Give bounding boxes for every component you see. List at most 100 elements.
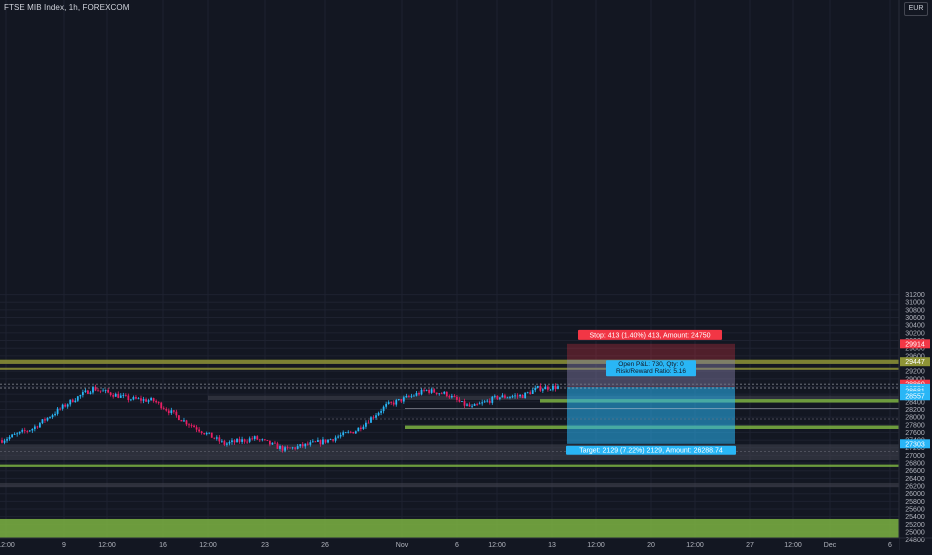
candle-body <box>304 443 307 447</box>
time-tick-label: 12:00 <box>784 542 802 549</box>
candle <box>71 398 74 403</box>
candle-body <box>463 401 466 406</box>
price-chart[interactable]: Stop: 413 (1.40%) 413, Amount: 24750 Open… <box>0 0 932 550</box>
candle <box>127 393 130 403</box>
price-tick-label: 25000 <box>905 529 925 536</box>
candle-body <box>172 410 175 412</box>
candle-body <box>440 393 443 395</box>
candle <box>26 430 29 434</box>
candle-body <box>362 426 365 430</box>
candle-body <box>299 444 302 447</box>
candle <box>3 438 6 445</box>
candle <box>137 397 140 400</box>
currency-badge[interactable]: EUR <box>904 2 928 16</box>
price-tick-label: 25200 <box>905 522 925 529</box>
chart-area[interactable]: Stop: 413 (1.40%) 413, Amount: 24750 Open… <box>0 0 932 550</box>
candle-body <box>233 440 236 443</box>
time-tick-label: 12:00 <box>686 542 704 549</box>
time-axis[interactable]: 12:00 9 12:00 16 12:00 23 26 Nov 6 12:00 13 12:00 20… <box>0 537 932 550</box>
candle <box>178 414 180 421</box>
candle-body <box>228 442 231 444</box>
candle <box>208 432 211 435</box>
candle-body <box>180 420 183 422</box>
candle-body <box>514 395 516 397</box>
candle <box>132 395 135 401</box>
candle-body <box>31 428 34 431</box>
candle-body <box>223 440 226 445</box>
candle-body <box>135 397 137 399</box>
candle <box>56 407 59 416</box>
price-tick-label: 30400 <box>905 323 925 330</box>
zone-green <box>0 464 899 467</box>
candle-body <box>410 395 413 397</box>
candle <box>382 405 385 414</box>
candle-body <box>61 404 64 409</box>
candle-body <box>69 399 72 405</box>
price-axis[interactable]: 2480025000252002540025600258002600026200… <box>898 0 932 550</box>
candle <box>104 389 107 394</box>
candle-body <box>200 431 203 434</box>
candle-body <box>208 432 211 434</box>
candle <box>531 388 534 394</box>
candle-body <box>491 396 494 403</box>
candle-body <box>59 408 62 410</box>
rr-label: Risk/Reward Ratio: 5.16 <box>616 368 686 375</box>
price-tag: 29447 <box>900 357 930 367</box>
candle <box>76 395 79 402</box>
candle-body <box>544 386 547 390</box>
target-label-text: Target: 2129 (7.22%) 2129, Amount: 26288… <box>579 447 723 454</box>
candle <box>334 435 337 443</box>
candle-body <box>402 397 405 402</box>
candle-body <box>456 396 458 400</box>
candle <box>415 390 418 397</box>
candle-body <box>170 410 173 414</box>
candle-body <box>268 440 271 445</box>
candle <box>276 441 279 449</box>
candle-body <box>420 389 423 395</box>
zone-olive <box>0 359 899 364</box>
candle-body <box>468 404 471 407</box>
price-tick-label: 29200 <box>905 369 925 376</box>
candle <box>526 391 529 394</box>
candle-body <box>142 399 145 401</box>
candle <box>491 395 494 405</box>
price-tick-label: 30200 <box>905 330 925 337</box>
candle-body <box>114 393 117 397</box>
candle-body <box>519 395 521 397</box>
candle-body <box>261 439 264 441</box>
candle <box>420 388 423 396</box>
candle-body <box>450 395 453 398</box>
candle <box>188 423 190 428</box>
candle <box>541 387 544 393</box>
candle-body <box>274 442 276 444</box>
candle <box>339 432 342 439</box>
candle-body <box>496 395 499 399</box>
candle <box>64 403 67 408</box>
candle <box>248 436 251 444</box>
candle-body <box>534 387 537 391</box>
candle-body <box>324 439 327 443</box>
price-tick-label: 26400 <box>905 476 925 483</box>
price-tag-text: 29914 <box>905 341 925 348</box>
short-position-tool[interactable] <box>567 343 735 444</box>
candle <box>135 395 137 400</box>
candle-body <box>117 393 120 398</box>
candle-body <box>546 386 549 390</box>
candle-body <box>87 390 89 394</box>
candle-body <box>231 440 233 443</box>
price-tag: 27303 <box>900 439 930 449</box>
candle-body <box>493 395 496 397</box>
candle-body <box>367 422 370 424</box>
price-tag: 28557 <box>900 391 930 401</box>
candle <box>195 425 198 433</box>
price-tag-text: 28557 <box>905 393 925 400</box>
candle-body <box>349 431 352 433</box>
candle-body <box>400 399 403 402</box>
candle-body <box>415 393 418 396</box>
time-tick-label: 27 <box>746 542 754 549</box>
candle-body <box>41 419 44 424</box>
time-axis-bg <box>0 538 899 550</box>
candle-body <box>150 398 153 401</box>
candle-body <box>435 392 438 395</box>
candle-body <box>327 439 329 443</box>
